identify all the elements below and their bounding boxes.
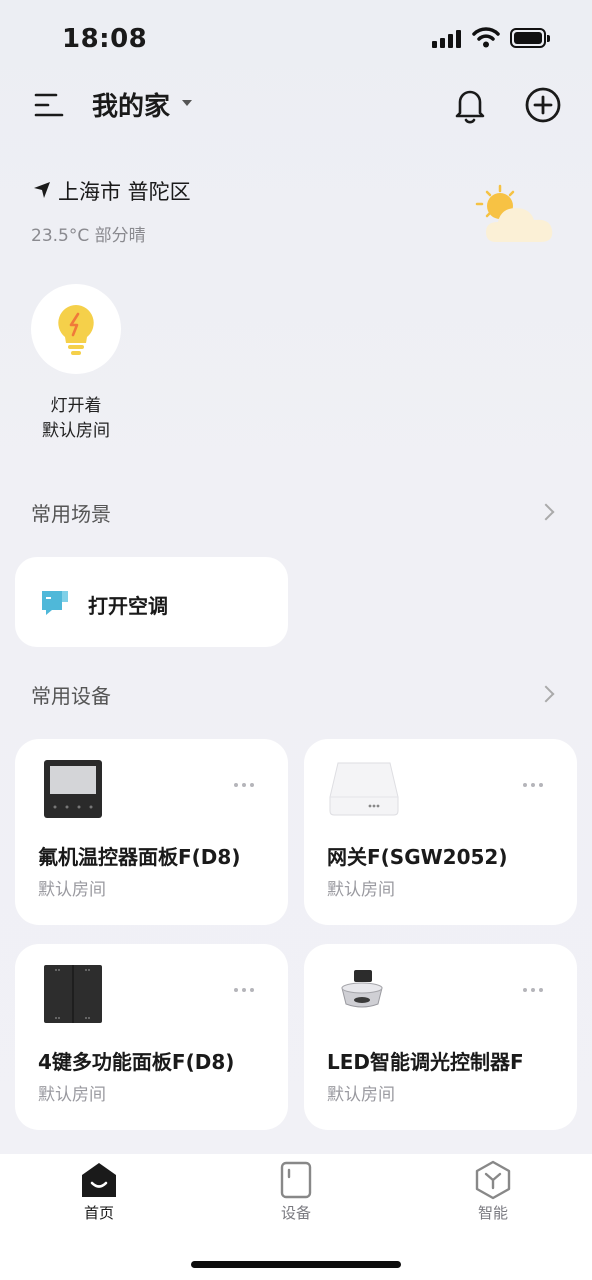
device-name: 4键多功能面板F(D8) — [38, 1050, 235, 1074]
menu-icon[interactable] — [34, 92, 64, 118]
home-indicator — [191, 1261, 401, 1268]
wifi-icon — [472, 27, 500, 48]
tab-devices[interactable]: 设备 — [236, 1202, 356, 1223]
gateway-icon — [329, 762, 399, 816]
cellular-signal-icon — [432, 30, 461, 48]
location-arrow-icon — [34, 182, 50, 198]
smart-tab-icon[interactable] — [474, 1160, 512, 1200]
battery-icon — [510, 28, 550, 48]
status-time: 18:08 — [62, 24, 148, 54]
light-quick-toggle[interactable] — [31, 284, 121, 374]
device-name: 网关F(SGW2052) — [327, 845, 508, 869]
home-selector[interactable]: 我的家 — [92, 86, 170, 123]
device-name: 氟机温控器面板F(D8) — [38, 845, 241, 869]
device-card[interactable]: LED智能调光控制器F 默认房间 — [304, 944, 577, 1130]
bell-icon[interactable] — [452, 86, 488, 124]
device-card[interactable]: 网关F(SGW2052) 默认房间 — [304, 739, 577, 925]
downlight-icon — [341, 970, 383, 1008]
light-room: 默认房间 — [42, 421, 110, 441]
light-status: 灯开着 — [50, 396, 102, 416]
more-icon[interactable] — [523, 988, 543, 992]
partly-sunny-icon — [475, 184, 553, 242]
weather-temperature: 23.5°C — [31, 226, 90, 246]
device-card[interactable]: 4键多功能面板F(D8) 默认房间 — [15, 944, 288, 1130]
device-name: LED智能调光控制器F — [327, 1050, 524, 1074]
more-icon[interactable] — [234, 988, 254, 992]
tab-home[interactable]: 首页 — [39, 1202, 159, 1223]
tab-smart[interactable]: 智能 — [433, 1202, 553, 1223]
caret-down-icon[interactable] — [182, 100, 192, 106]
device-room: 默认房间 — [327, 880, 395, 900]
device-room: 默认房间 — [38, 880, 106, 900]
weather-location[interactable]: 上海市 普陀区 — [58, 176, 191, 206]
device-card[interactable]: 氟机温控器面板F(D8) 默认房间 — [15, 739, 288, 925]
home-tab-icon[interactable] — [80, 1161, 118, 1199]
scenes-section-title[interactable]: 常用场景 — [31, 498, 111, 527]
scenes-chevron-icon[interactable] — [537, 503, 555, 521]
scene-flag-icon — [42, 591, 68, 615]
devices-section-title[interactable]: 常用设备 — [31, 680, 111, 709]
device-room: 默认房间 — [38, 1085, 106, 1105]
more-icon[interactable] — [234, 783, 254, 787]
add-icon[interactable] — [524, 86, 562, 124]
lightbulb-icon — [58, 305, 94, 355]
weather-summary: 23.5°C 部分晴 — [31, 221, 146, 246]
device-room: 默认房间 — [327, 1085, 395, 1105]
devices-chevron-icon[interactable] — [537, 685, 555, 703]
scene-label[interactable]: 打开空调 — [88, 590, 168, 619]
device-tab-icon[interactable] — [280, 1161, 312, 1199]
thermostat-panel-icon — [44, 760, 102, 818]
switch-panel-icon — [44, 965, 102, 1023]
more-icon[interactable] — [523, 783, 543, 787]
weather-condition: 部分晴 — [94, 226, 146, 246]
light-quick-label: 灯开着 默认房间 — [20, 394, 132, 444]
